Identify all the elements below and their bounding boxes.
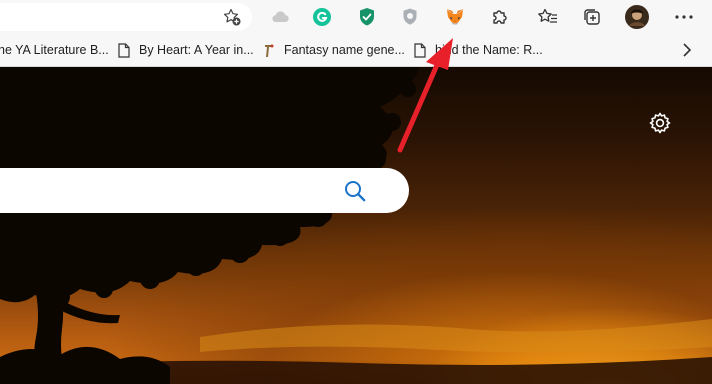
search-icon[interactable] (342, 178, 368, 204)
settings-and-more-button[interactable] (669, 3, 699, 31)
new-tab-page (0, 67, 712, 384)
background-image (0, 67, 712, 384)
bookmark-label: he YA Literature B... (0, 43, 109, 57)
extension-grammarly-button[interactable] (307, 3, 337, 31)
extensions-button[interactable] (485, 3, 515, 31)
bookmark-label: hind the Name: R... (435, 43, 543, 57)
chevron-right-icon[interactable] (678, 41, 696, 59)
cloud-icon (272, 11, 289, 23)
star-add-icon (223, 8, 241, 26)
profile-button[interactable] (622, 3, 652, 31)
bookmark-by-heart[interactable]: By Heart: A Year in... (117, 34, 254, 66)
shield-check-icon (360, 8, 374, 26)
favorites-list-icon (538, 8, 557, 23)
collections-icon (584, 9, 600, 25)
pocket-shield-icon (403, 8, 417, 25)
fantasy-favicon-icon (262, 42, 276, 58)
favorites-button[interactable] (533, 3, 563, 31)
bookmark-fantasy-name[interactable]: Fantasy name gene... (262, 34, 405, 66)
puzzle-piece-icon (493, 10, 507, 24)
avatar (625, 5, 649, 29)
metamask-fox-icon (446, 9, 464, 25)
extension-shield-button[interactable] (352, 3, 382, 31)
web-search-box[interactable] (0, 168, 409, 213)
extension-pocket-button[interactable] (395, 3, 425, 31)
address-bar[interactable] (0, 3, 252, 31)
bookmark-label: By Heart: A Year in... (139, 43, 254, 57)
search-input[interactable] (0, 174, 320, 206)
page-settings-icon[interactable] (647, 110, 673, 136)
collections-button[interactable] (577, 3, 607, 31)
bookmark-ya-literature[interactable]: he YA Literature B... (0, 34, 109, 66)
extension-metamask-button[interactable] (440, 3, 470, 31)
more-dots-icon (675, 15, 693, 19)
add-favorite-button[interactable] (217, 3, 247, 31)
grammarly-icon (313, 8, 331, 26)
page-icon (117, 42, 131, 58)
extension-cloud-button[interactable] (265, 3, 295, 31)
bookmarks-bar: he YA Literature B... By Heart: A Year i… (0, 34, 712, 67)
bookmark-behind-the-name[interactable]: hind the Name: R... (413, 34, 543, 66)
bookmark-label: Fantasy name gene... (284, 43, 405, 57)
browser-toolbar (0, 0, 712, 34)
page-icon (413, 42, 427, 58)
